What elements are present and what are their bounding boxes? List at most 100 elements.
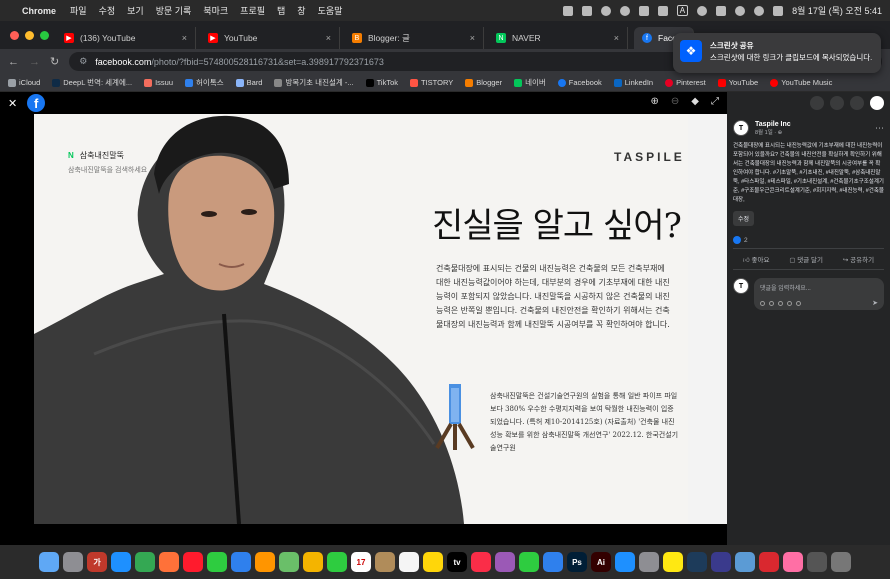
tab-youtube[interactable]: ▶ YouTube ×: [200, 27, 340, 49]
close-tab-icon[interactable]: ×: [182, 33, 187, 43]
trash-icon[interactable]: [831, 552, 851, 572]
downloads-icon[interactable]: [807, 552, 827, 572]
preview-icon[interactable]: [735, 552, 755, 572]
tab-naver[interactable]: N NAVER ×: [488, 27, 628, 49]
close-tab-icon[interactable]: ×: [326, 33, 331, 43]
like-button[interactable]: 👍︎ 좋아요: [743, 254, 770, 264]
messenger-icon[interactable]: [830, 96, 844, 110]
avatar-sticker-icon[interactable]: [760, 301, 765, 306]
reaction-summary[interactable]: 2: [727, 232, 890, 248]
opera-icon[interactable]: [183, 552, 203, 572]
illustrator-icon[interactable]: Ai: [591, 552, 611, 572]
reminders-icon[interactable]: [399, 552, 419, 572]
music-icon[interactable]: [471, 552, 491, 572]
zoom-window-button[interactable]: [40, 31, 49, 40]
screenshot-notification[interactable]: ❖ 스크린샷 공유 스크린샷에 대한 링크가 클립보드에 복사되었습니다.: [673, 33, 881, 73]
zoom-in-icon[interactable]: ⊕: [651, 96, 659, 107]
mail-icon[interactable]: [231, 552, 251, 572]
menu-file[interactable]: 파일: [70, 4, 87, 17]
page-name[interactable]: Taspile Inc: [755, 121, 791, 128]
numbers-icon[interactable]: [519, 552, 539, 572]
close-viewer-icon[interactable]: ✕: [8, 97, 17, 110]
firefox-icon[interactable]: [159, 552, 179, 572]
battery-icon[interactable]: [657, 5, 668, 16]
facebook-logo-icon[interactable]: f: [27, 94, 46, 112]
profile-avatar[interactable]: [870, 96, 884, 110]
page-avatar[interactable]: T: [733, 120, 749, 136]
app-icon-2[interactable]: [711, 552, 731, 572]
comment-button[interactable]: ▢ 댓글 달기: [789, 254, 823, 264]
photoshop-icon[interactable]: Ps: [567, 552, 587, 572]
forward-icon[interactable]: →: [29, 56, 40, 68]
bookmark-blogger[interactable]: Blogger: [465, 78, 502, 87]
appletv-icon[interactable]: tv: [447, 552, 467, 572]
safari-icon[interactable]: [111, 552, 131, 572]
tab-blogger[interactable]: B Blogger: 글 ×: [344, 27, 484, 49]
bookmark-design[interactable]: 방목기초 내진설계 -...: [274, 77, 354, 88]
reload-icon[interactable]: ↻: [50, 55, 59, 68]
bookmark-linkedin[interactable]: LinkedIn: [613, 78, 653, 87]
books-icon[interactable]: [255, 552, 275, 572]
vpn-icon[interactable]: [562, 5, 573, 16]
emoji-icon[interactable]: [769, 301, 774, 306]
bookmark-issuu[interactable]: Issuu: [144, 78, 173, 87]
finder-icon[interactable]: [39, 552, 59, 572]
contacts-icon[interactable]: [375, 552, 395, 572]
app-icon-3[interactable]: [783, 552, 803, 572]
menu-tab[interactable]: 탭: [277, 4, 285, 17]
back-icon[interactable]: ←: [8, 56, 19, 68]
menu-profiles[interactable]: 프로필: [240, 4, 265, 17]
menu-view[interactable]: 보기: [127, 4, 144, 17]
bookmark-bard[interactable]: Bard: [235, 78, 262, 87]
menu-history[interactable]: 방문 기록: [156, 4, 192, 17]
close-window-button[interactable]: [10, 31, 19, 40]
menubar-clock[interactable]: 8월 17일 (목) 오전 5:41: [792, 4, 882, 17]
launchpad-icon[interactable]: [63, 552, 83, 572]
sticker-icon[interactable]: [796, 301, 801, 306]
bookmark-pinterest[interactable]: Pinterest: [665, 78, 706, 87]
battery-status-icon[interactable]: [581, 5, 592, 16]
menu-grid-icon[interactable]: [810, 96, 824, 110]
bookmark-deepl[interactable]: DeepL 번역: 세계에...: [52, 77, 132, 88]
menu-window[interactable]: 창: [297, 4, 305, 17]
tab-youtube-136[interactable]: ▶ (136) YouTube ×: [56, 27, 196, 49]
fullscreen-icon[interactable]: ⤢: [711, 96, 719, 107]
edit-button[interactable]: 수정: [733, 211, 755, 226]
share-button[interactable]: ↪ 공유하기: [843, 254, 874, 264]
post-time[interactable]: 8월 1일 · ⊕: [755, 128, 791, 136]
facetime-icon[interactable]: [327, 552, 347, 572]
notifications-icon[interactable]: [850, 96, 864, 110]
bookmark-tiktok[interactable]: TikTok: [365, 78, 398, 87]
settings-icon[interactable]: [639, 552, 659, 572]
appstore-icon[interactable]: [615, 552, 635, 572]
maps-icon[interactable]: [279, 552, 299, 572]
bookmark-youtube[interactable]: YouTube: [717, 78, 758, 87]
record-icon[interactable]: [619, 5, 630, 16]
bookmark-facebook[interactable]: Facebook: [557, 78, 602, 87]
bookmark-naver[interactable]: 네이버: [514, 77, 546, 88]
calendar-icon[interactable]: 17: [351, 552, 371, 572]
bookmark-icloud[interactable]: iCloud: [8, 78, 40, 87]
siri-icon[interactable]: [754, 5, 765, 16]
zoom-out-icon[interactable]: ⊖: [671, 96, 679, 107]
app-icon-1[interactable]: [687, 552, 707, 572]
bookmark-youtube-music[interactable]: YouTube Music: [770, 78, 832, 87]
input-mode-indicator[interactable]: A: [676, 5, 689, 16]
dictionary-icon[interactable]: 가: [87, 552, 107, 572]
gif-icon[interactable]: [787, 301, 792, 306]
play-icon[interactable]: [600, 5, 611, 16]
keynote-icon[interactable]: [543, 552, 563, 572]
more-options-icon[interactable]: ⋯: [875, 123, 884, 134]
menu-edit[interactable]: 수정: [99, 4, 116, 17]
bluetooth-icon[interactable]: [638, 5, 649, 16]
minimize-window-button[interactable]: [25, 31, 34, 40]
control-center-icon[interactable]: [716, 5, 727, 16]
user-icon[interactable]: [773, 5, 784, 16]
menu-help[interactable]: 도움말: [318, 4, 343, 17]
acrobat-icon[interactable]: [759, 552, 779, 572]
menubar-app-name[interactable]: Chrome: [22, 6, 56, 16]
kakaotalk-icon[interactable]: [663, 552, 683, 572]
next-photo-area[interactable]: [688, 114, 727, 524]
spotlight-search-icon[interactable]: [735, 5, 746, 16]
menu-bookmarks[interactable]: 북마크: [203, 4, 228, 17]
